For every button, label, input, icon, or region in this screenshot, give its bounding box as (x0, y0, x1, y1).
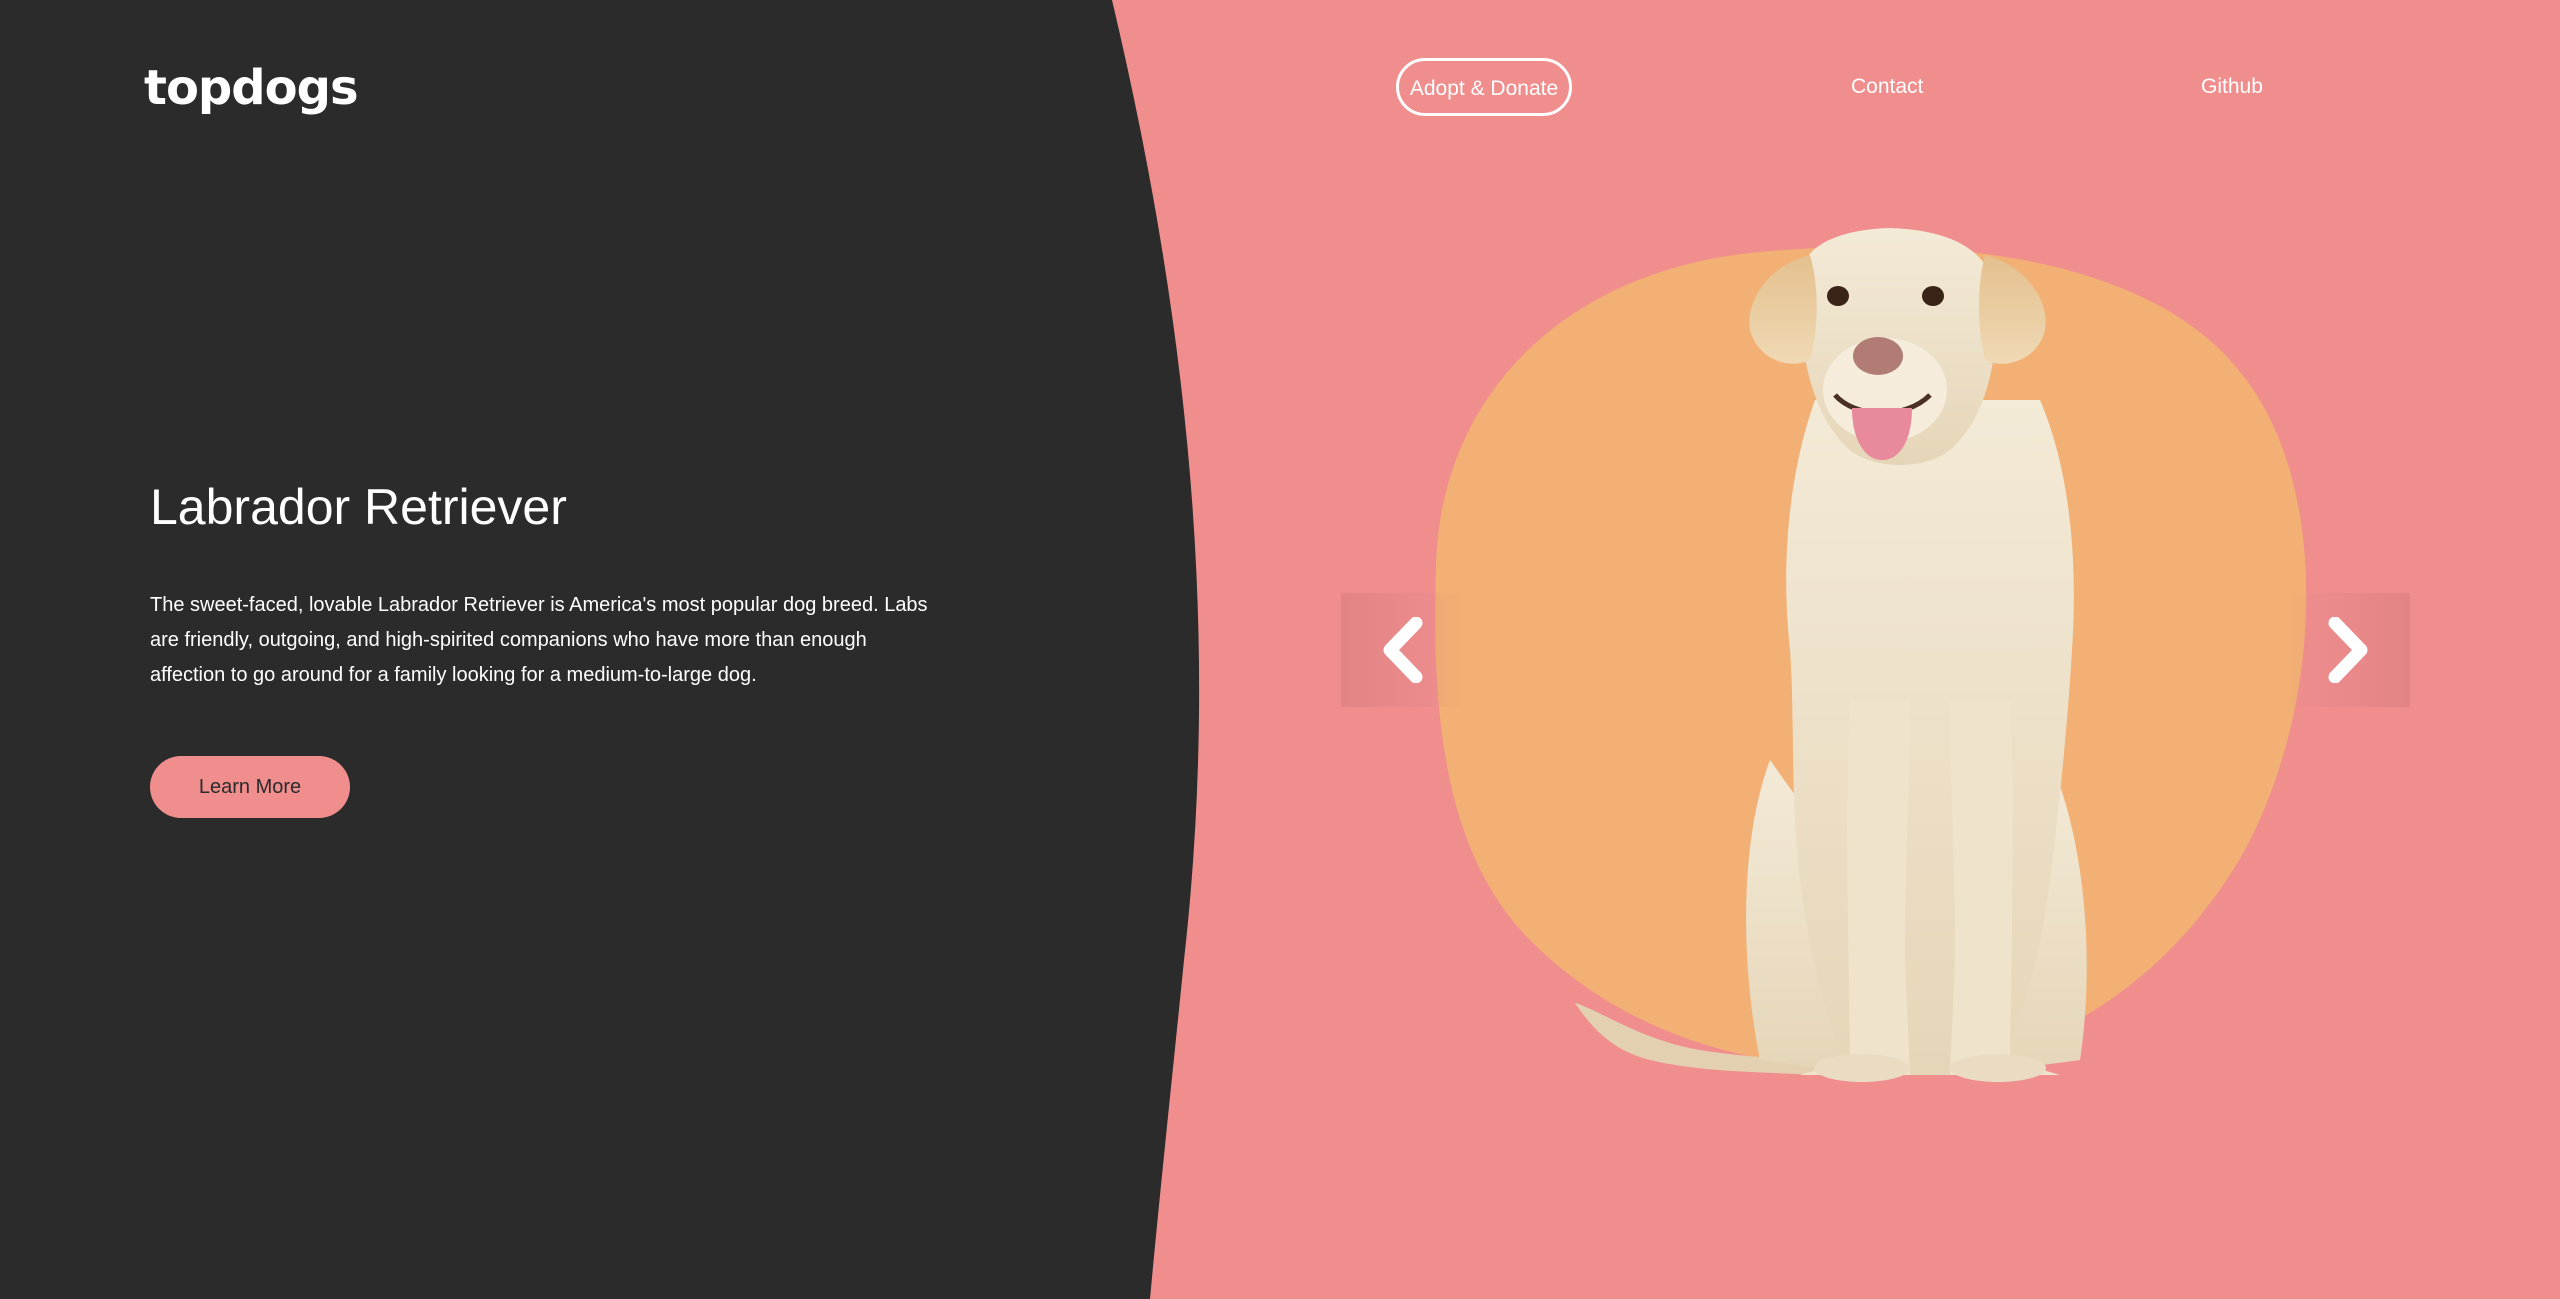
page: topdogs Adopt & Donate Contact Github La… (0, 0, 2560, 1299)
top-nav: Adopt & Donate Contact Github (0, 58, 2560, 120)
chevron-left-icon (1383, 617, 1423, 683)
chevron-right-icon (2328, 617, 2368, 683)
learn-more-button[interactable]: Learn More (150, 756, 350, 818)
page-title: Labrador Retriever (150, 479, 567, 535)
nav-contact[interactable]: Contact (1851, 58, 1923, 116)
nav-adopt-donate[interactable]: Adopt & Donate (1396, 58, 1572, 116)
hero-description: The sweet-faced, lovable Labrador Retrie… (150, 594, 928, 686)
carousel-prev-button[interactable] (1341, 593, 1465, 707)
nav-github[interactable]: Github (2201, 58, 2263, 116)
carousel-next-button[interactable] (2286, 593, 2410, 707)
